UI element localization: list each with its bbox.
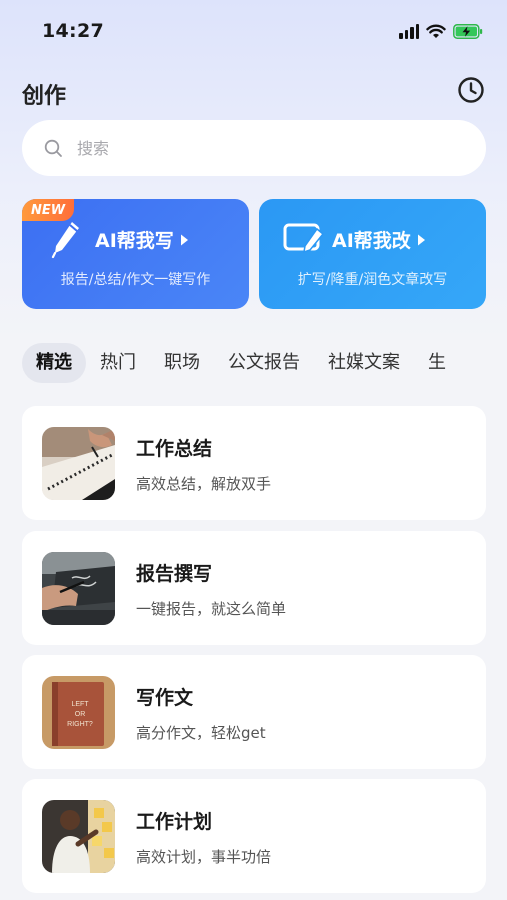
list-item-subtitle: 高效计划，事半功倍: [136, 848, 272, 866]
essay-thumb-text-3: RIGHT?: [67, 721, 93, 728]
status-time: 14:27: [42, 20, 104, 42]
ai-edit-title: AI帮我改: [332, 226, 426, 253]
search-bar[interactable]: [22, 120, 486, 176]
edit-doc-icon: [283, 223, 325, 254]
ai-write-card[interactable]: NEW AI帮我写 报告/总结/作文一键写作: [22, 199, 249, 309]
wifi-icon: [426, 24, 446, 39]
work-plan-thumbnail: [42, 800, 115, 873]
work-summary-thumbnail: [42, 427, 115, 500]
ai-write-subtitle: 报告/总结/作文一键写作: [60, 272, 211, 288]
ai-write-title: AI帮我写: [95, 226, 189, 253]
list-item-work-summary[interactable]: 工作总结 高效总结，解放双手: [22, 406, 486, 520]
list-item-subtitle: 高分作文，轻松get: [136, 724, 266, 742]
tab-more[interactable]: 生: [414, 343, 460, 383]
page-title: 创作: [22, 84, 67, 109]
category-tabs: 精选 热门 职场 公文报告 社媒文案 生: [22, 342, 507, 384]
list-item-subtitle: 高效总结，解放双手: [136, 475, 272, 493]
tab-official-report[interactable]: 公文报告: [214, 343, 314, 383]
list-item-work-plan[interactable]: 工作计划 高效计划，事半功倍: [22, 779, 486, 893]
list-item-report-writing[interactable]: 报告撰写 一键报告，就这么简单: [22, 531, 486, 645]
tab-hot[interactable]: 热门: [86, 343, 150, 383]
clock-icon: [458, 77, 484, 103]
ai-edit-card[interactable]: AI帮我改 扩写/降重/润色文章改写: [259, 199, 486, 309]
tab-featured[interactable]: 精选: [22, 343, 86, 383]
list-item-subtitle: 一键报告，就这么简单: [136, 600, 287, 618]
status-bar: 14:27: [0, 0, 507, 64]
new-badge: NEW: [22, 199, 74, 221]
pen-icon: [51, 222, 79, 259]
battery-charging-icon: [453, 24, 483, 39]
search-icon: [44, 139, 62, 157]
essay-writing-thumbnail: LEFT OR RIGHT?: [42, 676, 115, 749]
history-button[interactable]: [457, 76, 485, 104]
tab-social-copy[interactable]: 社媒文案: [314, 343, 414, 383]
essay-thumb-text-2: OR: [75, 711, 86, 718]
list-item-title: 写作文: [136, 687, 194, 709]
report-writing-thumbnail: [42, 552, 115, 625]
signal-icon: [399, 24, 419, 39]
list-item-title: 报告撰写: [136, 563, 213, 585]
status-icons: [399, 24, 483, 39]
list-item-title: 工作总结: [136, 438, 213, 460]
list-item-essay-writing[interactable]: LEFT OR RIGHT? 写作文 高分作文，轻松get: [22, 655, 486, 769]
essay-thumb-text-1: LEFT: [71, 701, 89, 708]
list-item-title: 工作计划: [136, 811, 213, 833]
caret-right-icon: [417, 234, 425, 245]
search-input[interactable]: [77, 138, 457, 158]
ai-edit-subtitle: 扩写/降重/润色文章改写: [297, 272, 448, 288]
caret-right-icon: [180, 234, 188, 245]
tab-workplace[interactable]: 职场: [150, 343, 214, 383]
